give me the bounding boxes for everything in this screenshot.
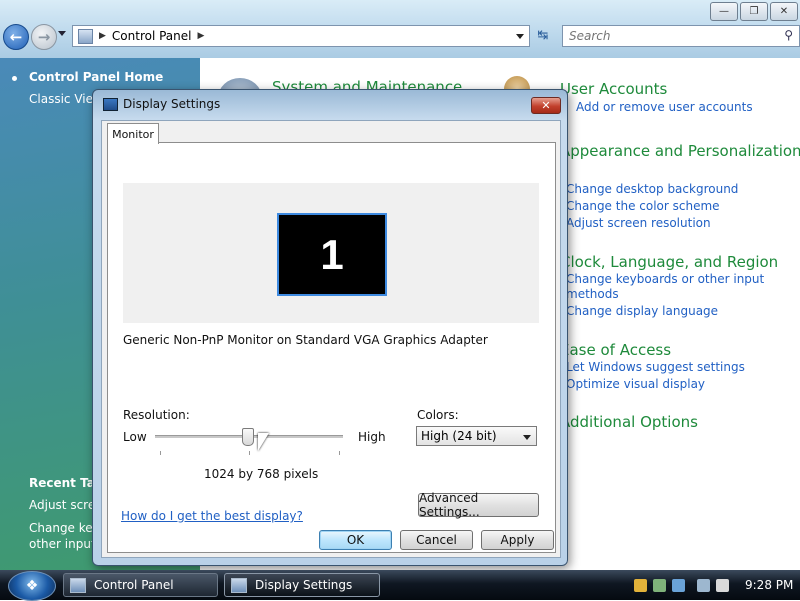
control-panel-home-link[interactable]: Control Panel Home bbox=[29, 70, 163, 84]
resolution-label: Resolution: bbox=[123, 408, 190, 422]
dialog-title: Display Settings bbox=[123, 97, 221, 111]
start-button[interactable]: ❖ bbox=[8, 571, 56, 601]
history-dropdown-icon[interactable] bbox=[58, 31, 66, 36]
resolution-high-label: High bbox=[358, 430, 386, 444]
category-ease-of-access[interactable]: Ease of Access bbox=[560, 341, 671, 359]
resolution-value: 1024 by 768 pixels bbox=[204, 467, 319, 481]
address-bar[interactable]: ▶ Control Panel ▶ bbox=[72, 25, 530, 47]
mouse-cursor-icon bbox=[258, 433, 269, 451]
advanced-settings-button[interactable]: Advanced Settings... bbox=[418, 491, 539, 519]
clock[interactable]: 9:28 PM bbox=[745, 578, 793, 592]
monitor-tab-panel: 1 Generic Non-PnP Monitor on Standard VG… bbox=[107, 142, 556, 553]
apply-button[interactable]: Apply bbox=[481, 530, 554, 550]
chevron-down-icon bbox=[523, 435, 531, 440]
monitor-description: Generic Non-PnP Monitor on Standard VGA … bbox=[123, 333, 488, 347]
slider-tick bbox=[160, 451, 161, 455]
link-windows-suggest[interactable]: Let Windows suggest settings bbox=[566, 360, 745, 374]
taskbar-item-label: Control Panel bbox=[94, 578, 174, 592]
dialog-body: Monitor 1 Generic Non-PnP Monitor on Sta… bbox=[101, 120, 561, 558]
minimize-button[interactable]: — bbox=[710, 2, 738, 21]
display-settings-dialog: Display Settings ✕ Monitor 1 Generic Non… bbox=[92, 89, 568, 566]
link-change-keyboards[interactable]: Change keyboards or other input methods bbox=[566, 272, 766, 302]
back-button[interactable]: ← bbox=[3, 24, 29, 50]
link-desktop-background[interactable]: Change desktop background bbox=[566, 182, 738, 196]
breadcrumb-separator-icon[interactable]: ▶ bbox=[99, 31, 106, 41]
category-user-accounts[interactable]: User Accounts bbox=[560, 80, 667, 98]
ok-button[interactable]: OK bbox=[319, 530, 392, 550]
volume-muted-icon[interactable] bbox=[716, 578, 729, 592]
forward-button[interactable]: → bbox=[31, 24, 57, 50]
close-window-button[interactable]: ✕ bbox=[770, 2, 798, 21]
link-add-remove-users[interactable]: Add or remove user accounts bbox=[576, 100, 753, 114]
maximize-button[interactable]: ❐ bbox=[740, 2, 768, 21]
link-color-scheme[interactable]: Change the color scheme bbox=[566, 199, 720, 213]
control-panel-icon bbox=[78, 28, 93, 44]
network-icon[interactable] bbox=[697, 578, 710, 592]
cancel-button[interactable]: Cancel bbox=[400, 530, 473, 550]
slider-tick bbox=[249, 451, 250, 455]
search-input[interactable] bbox=[567, 26, 771, 46]
taskbar-item-display-settings[interactable]: Display Settings bbox=[224, 573, 380, 597]
shield-icon[interactable] bbox=[634, 578, 647, 592]
link-optimize-display[interactable]: Optimize visual display bbox=[566, 377, 705, 391]
taskbar-item-control-panel[interactable]: Control Panel bbox=[63, 573, 218, 597]
system-tray: 9:28 PM bbox=[628, 573, 800, 597]
display-settings-icon bbox=[231, 577, 247, 593]
best-display-help-link[interactable]: How do I get the best display? bbox=[121, 509, 303, 523]
colors-label: Colors: bbox=[417, 408, 459, 422]
link-screen-resolution[interactable]: Adjust screen resolution bbox=[566, 216, 711, 230]
resolution-slider-thumb[interactable] bbox=[242, 428, 254, 446]
display-settings-icon bbox=[103, 98, 118, 111]
control-panel-icon bbox=[70, 577, 86, 593]
link-display-language[interactable]: Change display language bbox=[566, 304, 718, 318]
breadcrumb-chevron-icon[interactable]: ▶ bbox=[198, 31, 205, 41]
category-clock-language-region[interactable]: Clock, Language, and Region bbox=[560, 253, 778, 271]
resolution-low-label: Low bbox=[123, 430, 147, 444]
search-icon[interactable]: ⚲ bbox=[784, 28, 793, 42]
monitor-arrangement-area: 1 bbox=[123, 183, 539, 323]
breadcrumb-control-panel[interactable]: Control Panel bbox=[112, 29, 192, 43]
bullet-icon bbox=[12, 76, 17, 81]
address-dropdown-icon[interactable] bbox=[516, 34, 524, 39]
network-status-icon[interactable] bbox=[672, 578, 685, 592]
slider-tick bbox=[339, 451, 340, 455]
category-additional-options[interactable]: Additional Options bbox=[560, 413, 698, 431]
taskbar-item-label: Display Settings bbox=[255, 578, 353, 592]
refresh-icon[interactable]: ↹ bbox=[532, 25, 554, 45]
category-appearance[interactable]: Appearance and Personalization bbox=[560, 142, 800, 160]
colors-select[interactable]: High (24 bit) bbox=[416, 426, 537, 446]
monitor-1-tile[interactable]: 1 bbox=[277, 213, 387, 296]
search-box[interactable]: ⚲ bbox=[562, 25, 800, 47]
explorer-toolbar: — ❐ ✕ ← → ▶ Control Panel ▶ ↹ ⚲ bbox=[0, 0, 800, 58]
security-center-icon[interactable] bbox=[653, 578, 666, 592]
colors-selected-value: High (24 bit) bbox=[421, 429, 497, 443]
tab-monitor[interactable]: Monitor bbox=[107, 123, 159, 144]
dialog-close-button[interactable]: ✕ bbox=[531, 97, 561, 114]
